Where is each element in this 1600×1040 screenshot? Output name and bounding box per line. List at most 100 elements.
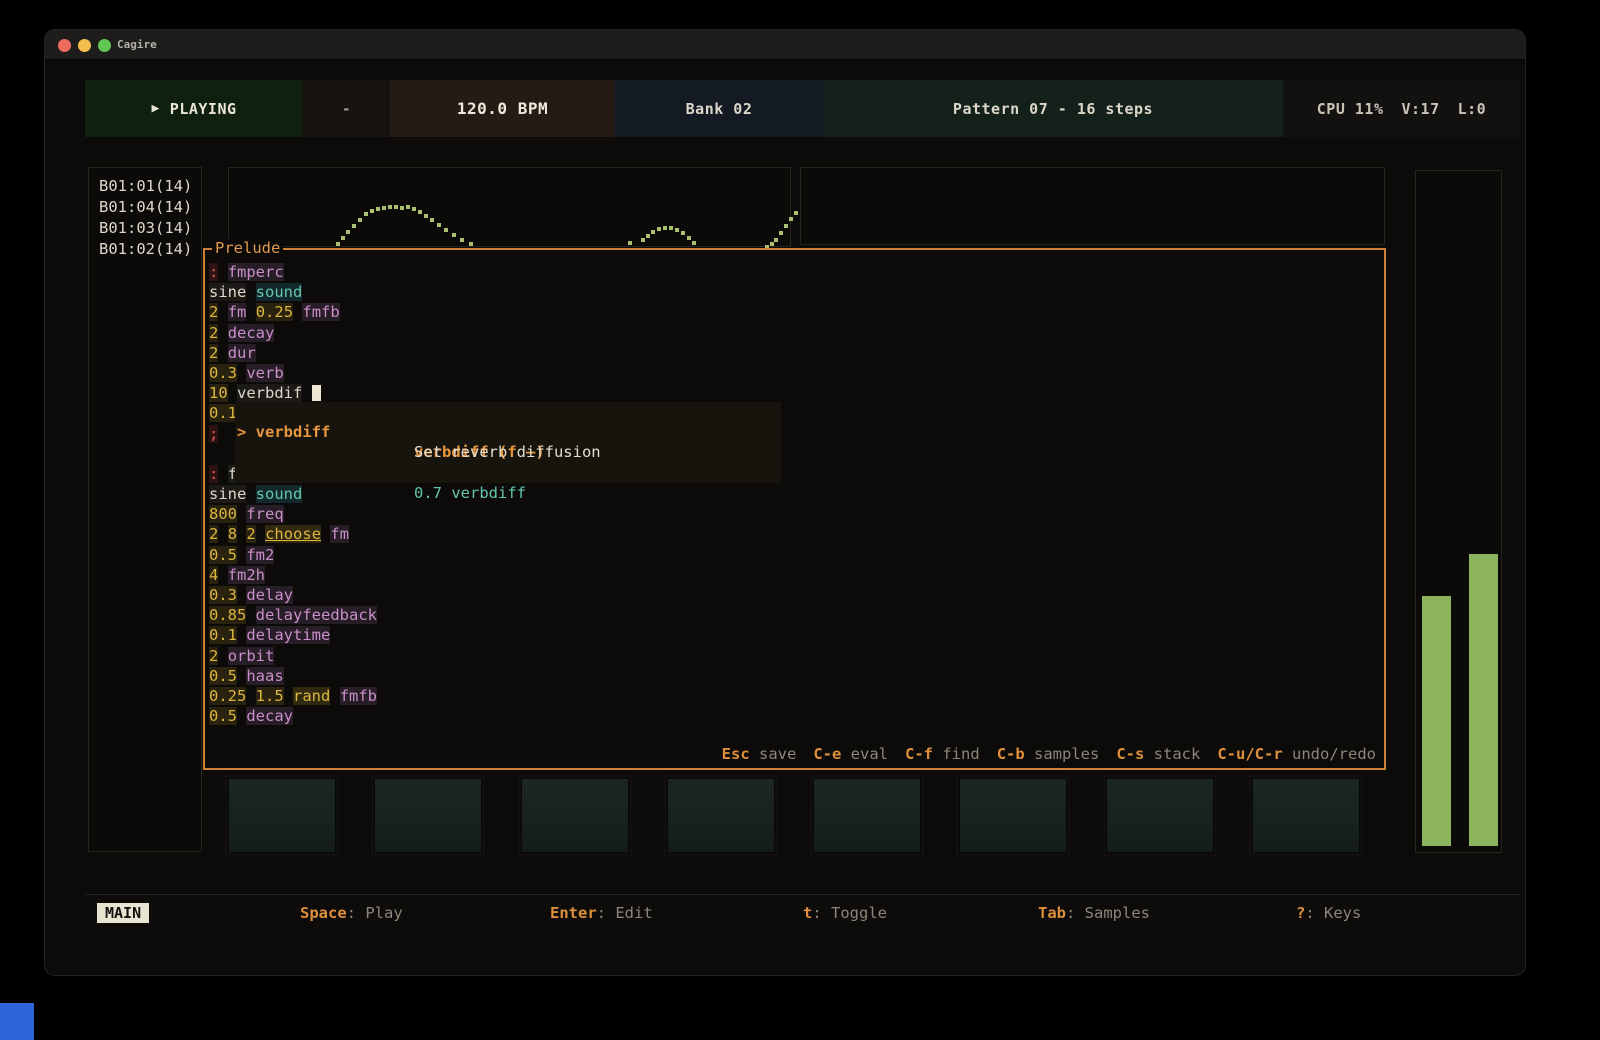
key-hint: ?: Keys <box>1296 904 1361 922</box>
key-hint: Tab: Samples <box>1038 904 1150 922</box>
code-token: fmperc <box>228 263 284 281</box>
vu-meter-panel <box>1415 170 1502 853</box>
sample-pad[interactable] <box>813 778 921 853</box>
code-token: delayfeedback <box>256 606 377 624</box>
voice-count: V:17 <box>1402 100 1440 118</box>
code-token: fm2 <box>246 546 274 564</box>
code-token: : <box>209 263 218 281</box>
code-token: fm <box>228 303 247 321</box>
code-token: dur <box>228 344 256 362</box>
title-bar: Cagire <box>45 30 1525 60</box>
code-token: 0.1 <box>209 626 237 644</box>
play-icon: ▶ <box>151 101 159 116</box>
code-token: decay <box>228 324 275 342</box>
editor-title: Prelude <box>212 239 283 257</box>
minimize-window-button[interactable] <box>78 39 91 52</box>
code-token: 0.85 <box>209 606 246 624</box>
code-token: rand <box>293 687 330 705</box>
sample-pad[interactable] <box>228 778 336 853</box>
sample-pad[interactable] <box>1252 778 1360 853</box>
editor-shortcut: C-b samples <box>997 745 1100 763</box>
code-token: 2 <box>209 324 218 342</box>
waveform-dot <box>789 217 793 221</box>
vu-meter-bar <box>1469 554 1498 846</box>
code-line: 2 8 2 choose fm <box>209 524 1384 544</box>
pattern-display[interactable]: Pattern 07 - 16 steps <box>823 80 1283 137</box>
code-line: sine sound <box>209 282 1384 302</box>
waveform-panel-left <box>228 167 791 247</box>
code-token: 0.5 <box>209 707 237 725</box>
waveform-dot <box>370 209 374 213</box>
waveform-dot <box>675 228 679 232</box>
code-token: verbdif <box>237 384 302 402</box>
waveform-dot <box>424 214 428 218</box>
code-token: verb <box>246 364 283 382</box>
code-token: 0.1 <box>209 404 237 422</box>
waveform-dot <box>406 205 410 209</box>
code-token: 2 <box>246 525 255 543</box>
code-line: 0.1 delaytime <box>209 625 1384 645</box>
code-token: 0.25 <box>256 303 293 321</box>
close-window-button[interactable] <box>58 39 71 52</box>
waveform-dot <box>669 226 673 230</box>
code-line: 2 dur <box>209 343 1384 363</box>
waveform-dot <box>352 224 356 228</box>
transport-status[interactable]: ▶ PLAYING <box>85 80 303 137</box>
code-token: 4 <box>209 566 218 584</box>
status-bar: ▶ PLAYING - 120.0 BPM Bank 02 Pattern 07… <box>85 80 1520 137</box>
code-lines[interactable]: : fmpercsine sound2 fm 0.25 fmfb2 decay2… <box>205 262 1384 726</box>
pattern-list-item[interactable]: B01:04(14) <box>99 197 201 218</box>
waveform-dot <box>681 231 685 235</box>
pattern-list-item[interactable]: B01:03(14) <box>99 218 201 239</box>
waveform-dot <box>418 210 422 214</box>
code-token: ; <box>209 425 218 443</box>
code-token: 0.5 <box>209 667 237 685</box>
waveform-dot <box>770 242 774 246</box>
sample-pad[interactable] <box>667 778 775 853</box>
waveform-dot <box>358 218 362 222</box>
bank-display[interactable]: Bank 02 <box>615 80 823 137</box>
waveform-dot <box>341 236 345 240</box>
sample-pad[interactable] <box>1106 778 1214 853</box>
editor-shortcut: C-e eval <box>813 745 888 763</box>
text-cursor <box>312 385 321 401</box>
waveform-dot <box>641 238 645 242</box>
waveform-dot <box>388 205 392 209</box>
autocomplete-popup[interactable]: > verbdiff verbdiff (f —) Set reverb dif… <box>235 402 781 483</box>
code-editor[interactable]: Prelude : fmpercsine sound2 fm 0.25 fmfb… <box>203 248 1386 770</box>
waveform-dot <box>779 231 783 235</box>
key-hint: Enter: Edit <box>550 904 653 922</box>
code-token: sound <box>256 283 303 301</box>
code-token: fmfb <box>340 687 377 705</box>
pattern-list-item[interactable]: B01:02(14) <box>99 239 201 260</box>
vu-meter-bar <box>1422 596 1451 846</box>
code-token: orbit <box>228 647 275 665</box>
waveform-dot <box>784 224 788 228</box>
code-line: 2 fm 0.25 fmfb <box>209 302 1384 322</box>
sample-pad[interactable] <box>959 778 1067 853</box>
editor-shortcut: Esc save <box>722 745 797 763</box>
waveform-dot <box>774 238 778 242</box>
code-line: 0.3 verb <box>209 363 1384 383</box>
waveform-dot <box>687 236 691 240</box>
waveform-dot <box>646 234 650 238</box>
code-token: 2 <box>209 525 218 543</box>
code-token: decay <box>246 707 293 725</box>
autocomplete-example: 0.7 verbdiff <box>414 483 526 503</box>
pattern-list-item[interactable]: B01:01(14) <box>99 176 201 197</box>
maximize-window-button[interactable] <box>98 39 111 52</box>
code-token: fm <box>330 525 349 543</box>
code-line: 800 freq <box>209 504 1384 524</box>
waveform-dot <box>628 241 632 245</box>
mode-badge: MAIN <box>97 903 149 923</box>
code-token: sine <box>209 283 246 301</box>
sample-pad[interactable] <box>374 778 482 853</box>
code-token: 1.5 <box>256 687 284 705</box>
code-line: 0.5 decay <box>209 706 1384 726</box>
waveform-dot <box>336 242 340 246</box>
sample-pad[interactable] <box>521 778 629 853</box>
bpm-display[interactable]: 120.0 BPM <box>390 80 615 137</box>
waveform-dot <box>364 212 368 216</box>
waveform-dot <box>692 241 696 245</box>
code-token: 2 <box>209 344 218 362</box>
